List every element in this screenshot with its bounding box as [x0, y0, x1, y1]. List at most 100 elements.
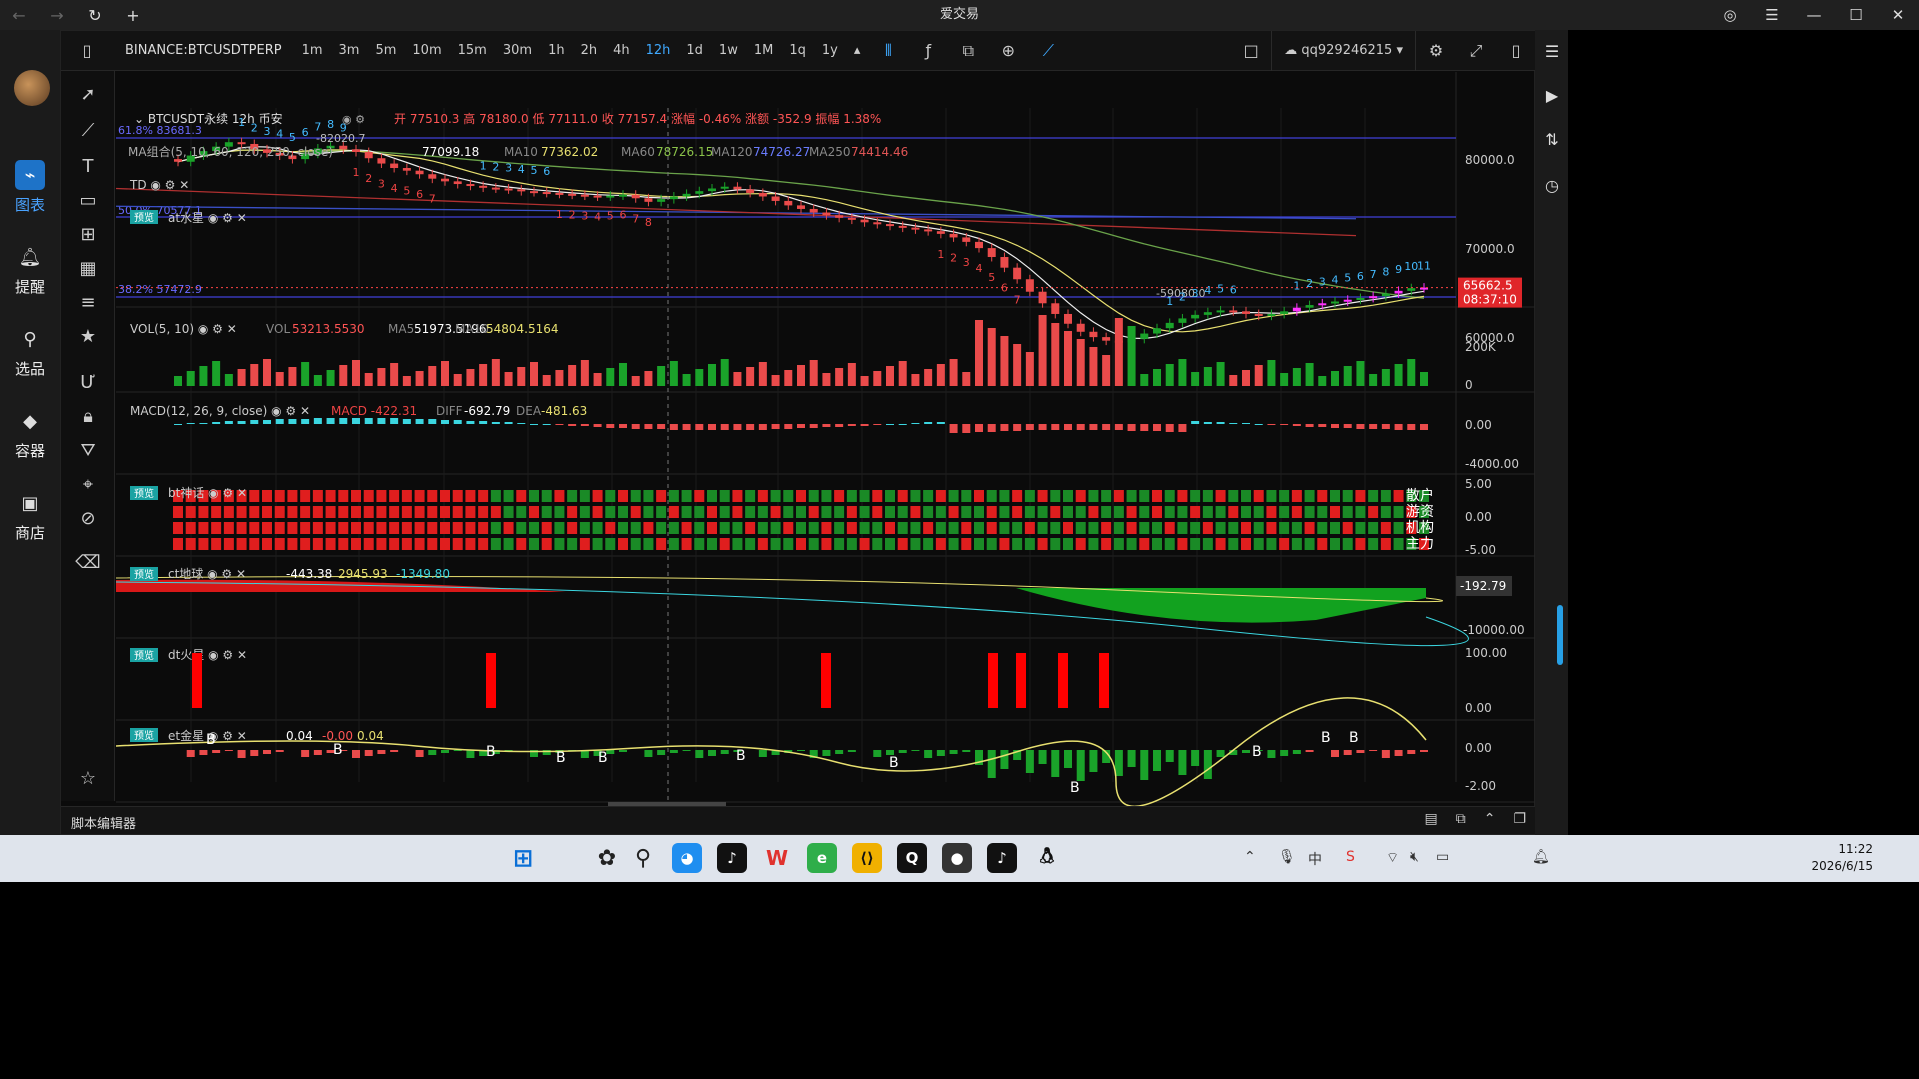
- avatar[interactable]: [14, 70, 50, 106]
- replay-icon[interactable]: ⊕: [988, 31, 1028, 71]
- collapse-icon[interactable]: ⌃: [1484, 811, 1496, 827]
- eraser-icon[interactable]: ⌫: [73, 547, 103, 577]
- wifi-icon[interactable]: ⌔: [1386, 849, 1399, 867]
- record-app-icon[interactable]: ●: [942, 843, 972, 873]
- new-tab-icon[interactable]: +: [114, 0, 152, 30]
- hide-icon[interactable]: ⊘: [73, 503, 103, 533]
- interval-1y[interactable]: 1y: [814, 31, 846, 71]
- sidebar-toggle-icon[interactable]: ▯: [67, 31, 107, 71]
- list-icon[interactable]: ☰: [1540, 42, 1564, 66]
- interval-1m[interactable]: 1m: [294, 31, 331, 71]
- interval-15m[interactable]: 15m: [450, 31, 495, 71]
- et-bar: [466, 750, 475, 758]
- clock[interactable]: 11:22 2026/6/15: [1811, 841, 1873, 875]
- magnet-icon[interactable]: Ư: [73, 367, 103, 397]
- bt-cell: [452, 522, 463, 534]
- panel-icon[interactable]: ▯: [1496, 31, 1536, 71]
- maximize-button[interactable]: ☐: [1835, 0, 1877, 30]
- play-icon[interactable]: ▶: [1540, 86, 1564, 110]
- interval-2h[interactable]: 2h: [573, 31, 606, 71]
- rail-item-store[interactable]: ▣ 商店: [0, 488, 60, 543]
- bt-cell: [1380, 522, 1391, 534]
- minimize-button[interactable]: —: [1793, 0, 1835, 30]
- wps-icon[interactable]: W: [762, 843, 792, 873]
- restore-icon[interactable]: ❐: [1513, 811, 1526, 827]
- external-icon[interactable]: ⧉: [1456, 811, 1466, 827]
- bt-cell: [249, 522, 260, 534]
- layout-icon[interactable]: ⧉: [948, 31, 988, 71]
- douyin-icon[interactable]: ♪: [987, 843, 1017, 873]
- interval-1d[interactable]: 1d: [678, 31, 711, 71]
- bt-cell: [427, 490, 438, 502]
- taskbar-search-icon[interactable]: ⚲: [628, 843, 658, 873]
- text-icon[interactable]: T: [73, 151, 103, 181]
- tiktok-icon[interactable]: ♪: [717, 843, 747, 873]
- battery-icon[interactable]: ▭: [1436, 849, 1449, 865]
- interval-30m[interactable]: 30m: [495, 31, 540, 71]
- symbol-selector[interactable]: BINANCE:BTCUSDTPERP: [125, 43, 282, 58]
- draw-mode-icon[interactable]: ⟋: [1028, 31, 1068, 71]
- grid-icon[interactable]: ▦: [73, 253, 103, 283]
- more-intervals-icon[interactable]: ▴: [846, 31, 869, 71]
- interval-3m[interactable]: 3m: [331, 31, 368, 71]
- star-icon[interactable]: ★: [73, 321, 103, 351]
- rectangle-icon[interactable]: ▭: [73, 185, 103, 215]
- user-menu[interactable]: ☁ qq929246215 ▾: [1271, 30, 1416, 71]
- close-button[interactable]: ✕: [1877, 0, 1919, 30]
- headset-icon[interactable]: ◎: [1709, 0, 1751, 30]
- refresh-icon[interactable]: ↻: [76, 0, 114, 30]
- rail-item-alert[interactable]: 🔔︎ 提醒: [0, 242, 60, 297]
- forward-icon[interactable]: →: [38, 0, 76, 30]
- qq-music-icon[interactable]: Q: [897, 843, 927, 873]
- menu-icon[interactable]: ☰: [1751, 0, 1793, 30]
- favorite-icon[interactable]: ☆: [73, 763, 103, 793]
- sort-icon[interactable]: ⇅: [1540, 130, 1564, 154]
- target-icon[interactable]: ⌖: [73, 469, 103, 499]
- interval-10m[interactable]: 10m: [404, 31, 449, 71]
- rail-item-picker[interactable]: ⚲ 选品: [0, 324, 60, 379]
- start-icon[interactable]: ⊞: [508, 843, 538, 873]
- interval-1q[interactable]: 1q: [781, 31, 814, 71]
- wps-tray-icon[interactable]: S: [1346, 849, 1355, 865]
- qq-icon[interactable]: 🐧︎: [1032, 843, 1062, 873]
- code-app-icon[interactable]: ⟨⟩: [852, 843, 882, 873]
- expand-icon[interactable]: ⤢: [1456, 31, 1496, 71]
- mic-icon[interactable]: 🎙︎: [1278, 849, 1296, 865]
- notification-icon[interactable]: 🔔︎: [1532, 849, 1550, 865]
- script-editor-label[interactable]: 脚本编辑器: [71, 813, 136, 832]
- macd-histogram-bar: [822, 424, 831, 427]
- ct-legend: ct地球 ◉ ⚙ ✕: [168, 567, 246, 581]
- filter-icon[interactable]: ⛛: [73, 435, 103, 465]
- rail-item-chart[interactable]: ⌁ 图表: [0, 160, 60, 215]
- interval-1h[interactable]: 1h: [540, 31, 573, 71]
- cursor-icon[interactable]: ➚: [73, 79, 103, 109]
- interval-12h[interactable]: 12h: [638, 31, 679, 71]
- indicator-icon[interactable]: ƒ: [908, 31, 948, 71]
- browser-icon[interactable]: e: [807, 843, 837, 873]
- measure-icon[interactable]: ⊞: [73, 219, 103, 249]
- interval-1M[interactable]: 1M: [746, 31, 782, 71]
- candle-type-icon[interactable]: ⫴: [868, 31, 908, 71]
- mute-icon[interactable]: 🔇︎: [1410, 849, 1419, 865]
- interval-1w[interactable]: 1w: [711, 31, 746, 71]
- ime-icon[interactable]: 中: [1308, 849, 1322, 869]
- tray-expand-icon[interactable]: ⌃: [1244, 849, 1256, 865]
- lock-icon[interactable]: 🔒︎: [73, 401, 103, 431]
- macd-histogram-bar: [695, 424, 704, 430]
- trendline-icon[interactable]: ⟋: [73, 115, 103, 145]
- candle-body: [1292, 307, 1301, 312]
- rail-item-container[interactable]: ◆ 容器: [0, 406, 60, 461]
- calendar-icon[interactable]: ▤: [1424, 811, 1437, 827]
- settings-icon[interactable]: ⚙: [1416, 31, 1456, 71]
- interval-4h[interactable]: 4h: [605, 31, 638, 71]
- chat-app-icon[interactable]: ◕: [672, 843, 702, 873]
- bt-cell: [1126, 490, 1137, 502]
- widgets-icon[interactable]: ✿: [592, 843, 622, 873]
- scrollbar[interactable]: [1557, 605, 1563, 665]
- fullscreen-square-icon[interactable]: □: [1231, 31, 1271, 71]
- chart-canvas[interactable]: 61.8% 83681.350.0% 70577.138.2% 57472.9-…: [116, 72, 1535, 807]
- lines-icon[interactable]: ≡: [73, 287, 103, 317]
- back-icon[interactable]: ←: [0, 0, 38, 30]
- interval-5m[interactable]: 5m: [367, 31, 404, 71]
- clock-icon[interactable]: ◷: [1540, 176, 1564, 200]
